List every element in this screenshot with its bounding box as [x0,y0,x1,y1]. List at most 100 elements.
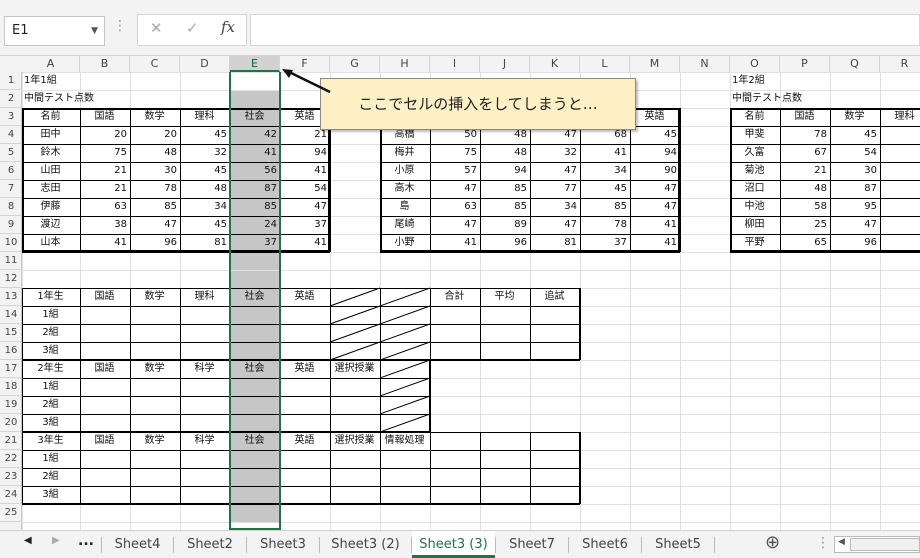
column-header-h[interactable]: H [380,56,430,72]
cell-i10[interactable]: 41 [432,234,477,252]
cell-c17[interactable]: 数学 [132,360,177,378]
row-header-19[interactable]: 19 [0,396,22,414]
cell-q3[interactable]: 数学 [832,108,877,126]
cell-o4[interactable]: 甲斐 [732,126,777,144]
cell-i9[interactable]: 47 [432,216,477,234]
cell-c3[interactable]: 数学 [132,108,177,126]
row-header-6[interactable]: 6 [0,162,22,180]
column-header-r[interactable]: R [880,56,920,72]
cell-d9[interactable]: 45 [182,216,227,234]
cell-r10[interactable]: 8 [882,234,920,252]
column-header-c[interactable]: C [130,56,180,72]
cell-d6[interactable]: 45 [182,162,227,180]
cell-d7[interactable]: 48 [182,180,227,198]
cell-d21[interactable]: 科学 [182,432,227,450]
cell-q9[interactable]: 47 [832,216,877,234]
cell-a2[interactable]: 中間テスト点数 [24,90,193,108]
cell-d8[interactable]: 34 [182,198,227,216]
cell-o1[interactable]: 1年2組 [732,72,877,90]
cell-r7[interactable]: 2 [882,180,920,198]
cell-h6[interactable]: 小原 [382,162,427,180]
cell-m7[interactable]: 47 [632,180,677,198]
cell-q10[interactable]: 96 [832,234,877,252]
cell-d13[interactable]: 理科 [182,288,227,306]
cell-c5[interactable]: 48 [132,144,177,162]
cell-c9[interactable]: 47 [132,216,177,234]
cell-m6[interactable]: 90 [632,162,677,180]
cell-p5[interactable]: 67 [782,144,827,162]
cell-a8[interactable]: 伊藤 [24,198,77,216]
row-header-18[interactable]: 18 [0,378,22,396]
cell-b17[interactable]: 国語 [82,360,127,378]
cell-a18[interactable]: 1組 [24,378,77,396]
cell-h5[interactable]: 梅井 [382,144,427,162]
cell-p6[interactable]: 21 [782,162,827,180]
cell-i5[interactable]: 75 [432,144,477,162]
cell-f7[interactable]: 54 [282,180,327,198]
cell-j13[interactable]: 平均 [482,288,527,306]
column-header-e[interactable]: E [230,56,280,72]
vertical-dots-icon[interactable]: ⋮ [113,18,127,34]
cell-p3[interactable]: 国語 [782,108,827,126]
tab-options-icon[interactable]: ⋮ [816,535,830,551]
cell-h8[interactable]: 島 [382,198,427,216]
cell-h10[interactable]: 小野 [382,234,427,252]
row-header-10[interactable]: 10 [0,234,22,252]
row-header-5[interactable]: 5 [0,144,22,162]
cell-d5[interactable]: 32 [182,144,227,162]
cell-d10[interactable]: 81 [182,234,227,252]
cell-b9[interactable]: 38 [82,216,127,234]
row-header-24[interactable]: 24 [0,486,22,504]
cell-i6[interactable]: 57 [432,162,477,180]
cell-c6[interactable]: 30 [132,162,177,180]
cell-a16[interactable]: 3組 [24,342,77,360]
cell-o9[interactable]: 柳田 [732,216,777,234]
row-header-16[interactable]: 16 [0,342,22,360]
cell-a3[interactable]: 名前 [24,108,77,126]
sheet-tab-1[interactable]: Sheet2 [174,531,246,558]
row-header-20[interactable]: 20 [0,414,22,432]
cell-k9[interactable]: 47 [532,216,577,234]
row-header-3[interactable]: 3 [0,108,22,126]
cell-c7[interactable]: 78 [132,180,177,198]
cell-a7[interactable]: 志田 [24,180,77,198]
cell-f8[interactable]: 47 [282,198,327,216]
cell-m5[interactable]: 94 [632,144,677,162]
cell-q7[interactable]: 87 [832,180,877,198]
fx-icon[interactable]: fx [221,18,235,36]
cell-p8[interactable]: 58 [782,198,827,216]
sheet-tab-5[interactable]: Sheet7 [496,531,568,558]
column-header-d[interactable]: D [180,56,230,72]
cell-h21[interactable]: 情報処理 [382,432,427,450]
row-header-4[interactable]: 4 [0,126,22,144]
cell-a6[interactable]: 山田 [24,162,77,180]
row-header-13[interactable]: 13 [0,288,22,306]
cell-p9[interactable]: 25 [782,216,827,234]
cell-a21[interactable]: 3年生 [24,432,77,450]
cell-i7[interactable]: 47 [432,180,477,198]
cell-b4[interactable]: 20 [82,126,127,144]
scroll-left-icon[interactable]: ◀ [838,537,845,547]
row-header-25[interactable]: 25 [0,504,22,522]
row-header-2[interactable]: 2 [0,90,22,108]
cell-h9[interactable]: 尾崎 [382,216,427,234]
cell-m8[interactable]: 47 [632,198,677,216]
cell-o10[interactable]: 平野 [732,234,777,252]
cell-a23[interactable]: 2組 [24,468,77,486]
column-header-n[interactable]: N [680,56,730,72]
row-header-7[interactable]: 7 [0,180,22,198]
cell-p4[interactable]: 78 [782,126,827,144]
cell-a9[interactable]: 渡辺 [24,216,77,234]
cell-q8[interactable]: 95 [832,198,877,216]
row-header-23[interactable]: 23 [0,468,22,486]
row-header-9[interactable]: 9 [0,216,22,234]
cell-l7[interactable]: 45 [582,180,627,198]
cell-h7[interactable]: 高木 [382,180,427,198]
cell-d3[interactable]: 理科 [182,108,227,126]
row-header-11[interactable]: 11 [0,252,22,270]
cell-r3[interactable]: 理科 [882,108,920,126]
cell-j10[interactable]: 96 [482,234,527,252]
cell-j5[interactable]: 48 [482,144,527,162]
cell-f6[interactable]: 41 [282,162,327,180]
row-header-8[interactable]: 8 [0,198,22,216]
